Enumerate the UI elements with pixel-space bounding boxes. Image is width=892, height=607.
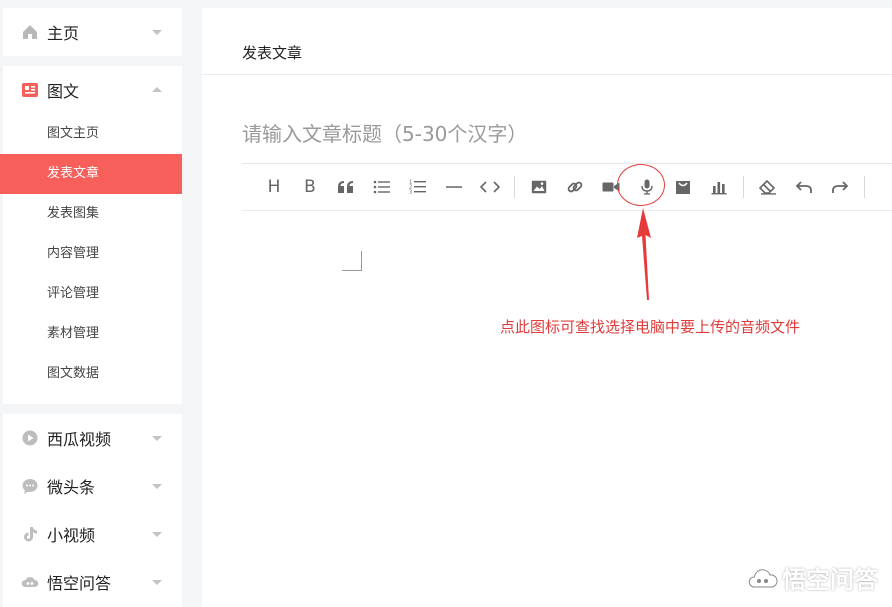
toolbar-bottom-border [242, 210, 892, 211]
sidebar-subitem-tuwen-data[interactable]: 图文数据 [3, 354, 182, 394]
store-icon[interactable] [665, 172, 701, 202]
bold-button[interactable]: B [292, 172, 328, 202]
sidebar-item-label: 图文 [47, 82, 80, 101]
quote-icon[interactable] [328, 172, 364, 202]
chevron-down-icon[interactable] [152, 30, 162, 35]
sidebar-subitem-tuwen-home[interactable]: 图文主页 [3, 114, 182, 154]
sidebar-item-home[interactable]: 主页 [3, 8, 182, 56]
sidebar-item-tuwen[interactable]: 图文 [3, 66, 182, 114]
chevron-down-icon[interactable] [152, 436, 162, 441]
sidebar-item-label: 小视频 [47, 526, 96, 545]
annotation-text: 点此图标可查找选择电脑中要上传的音频文件 [500, 318, 801, 336]
code-icon[interactable] [472, 172, 508, 202]
chevron-down-icon[interactable] [152, 484, 162, 489]
sidebar-item-weitoutiao[interactable]: 微头条 [3, 462, 182, 510]
redo-icon[interactable] [822, 172, 858, 202]
sidebar: 主页 图文 图文主页 发表文章 发表图集 内容管理 评论管理 素材管理 图文数据… [0, 0, 190, 607]
sidebar-item-label: 微头条 [47, 478, 96, 497]
undo-icon[interactable] [786, 172, 822, 202]
eraser-icon[interactable] [750, 172, 786, 202]
sidebar-item-xigua-video[interactable]: 西瓜视频 [3, 414, 182, 462]
home-icon [21, 23, 39, 41]
sidebar-item-label: 悟空问答 [47, 574, 112, 593]
svg-text:3: 3 [409, 190, 412, 196]
cloud-logo-icon [748, 568, 778, 587]
sidebar-subitem-content-manage[interactable]: 内容管理 [3, 234, 182, 274]
heading-button[interactable]: H [256, 172, 292, 202]
annotation-circle [617, 164, 665, 206]
cloud-qa-icon [21, 573, 39, 591]
sidebar-tuwen-card: 图文 图文主页 发表文章 发表图集 内容管理 评论管理 素材管理 图文数据 [0, 66, 182, 404]
sidebar-subitem-publish-article[interactable]: 发表文章 [0, 154, 182, 194]
horizontal-rule-icon[interactable] [436, 172, 472, 202]
sidebar-subitem-comment-manage[interactable]: 评论管理 [3, 274, 182, 314]
toolbar-separator [864, 176, 865, 198]
editor-content-area[interactable] [342, 251, 362, 271]
sidebar-item-label: 西瓜视频 [47, 430, 112, 449]
editor-panel: 发表文章 H B 123 [202, 8, 892, 607]
annotation-arrow [637, 208, 651, 300]
divider [202, 74, 892, 75]
image-icon[interactable] [521, 172, 557, 202]
sidebar-others-card: 西瓜视频 微头条 小视频 悟空问答 [3, 414, 182, 607]
toolbar-separator [514, 176, 515, 198]
bar-chart-icon[interactable] [701, 172, 737, 202]
watermark: 悟空问答 [748, 560, 878, 595]
sidebar-item-small-video[interactable]: 小视频 [3, 510, 182, 558]
chevron-down-icon[interactable] [152, 580, 162, 585]
sidebar-home-card: 主页 [3, 8, 182, 56]
numbered-list-icon[interactable]: 123 [400, 172, 436, 202]
link-icon[interactable] [557, 172, 593, 202]
page-title: 发表文章 [242, 44, 303, 62]
toolbar-separator [743, 176, 744, 198]
chevron-down-icon[interactable] [152, 532, 162, 537]
sidebar-subitem-publish-gallery[interactable]: 发表图集 [3, 194, 182, 234]
article-icon [21, 81, 39, 99]
sidebar-item-wukong-qa[interactable]: 悟空问答 [3, 558, 182, 606]
sidebar-item-label: 主页 [47, 24, 80, 43]
sidebar-subitem-material-manage[interactable]: 素材管理 [3, 314, 182, 354]
editor-toolbar: H B 123 [256, 172, 871, 202]
article-title-input[interactable] [242, 108, 882, 160]
watermark-text: 悟空问答 [782, 566, 878, 594]
music-note-icon [21, 525, 39, 543]
toolbar-top-border [242, 163, 892, 164]
xigua-video-icon [21, 429, 39, 447]
chat-bubble-icon [21, 477, 39, 495]
bullet-list-icon[interactable] [364, 172, 400, 202]
chevron-up-icon[interactable] [152, 87, 162, 92]
